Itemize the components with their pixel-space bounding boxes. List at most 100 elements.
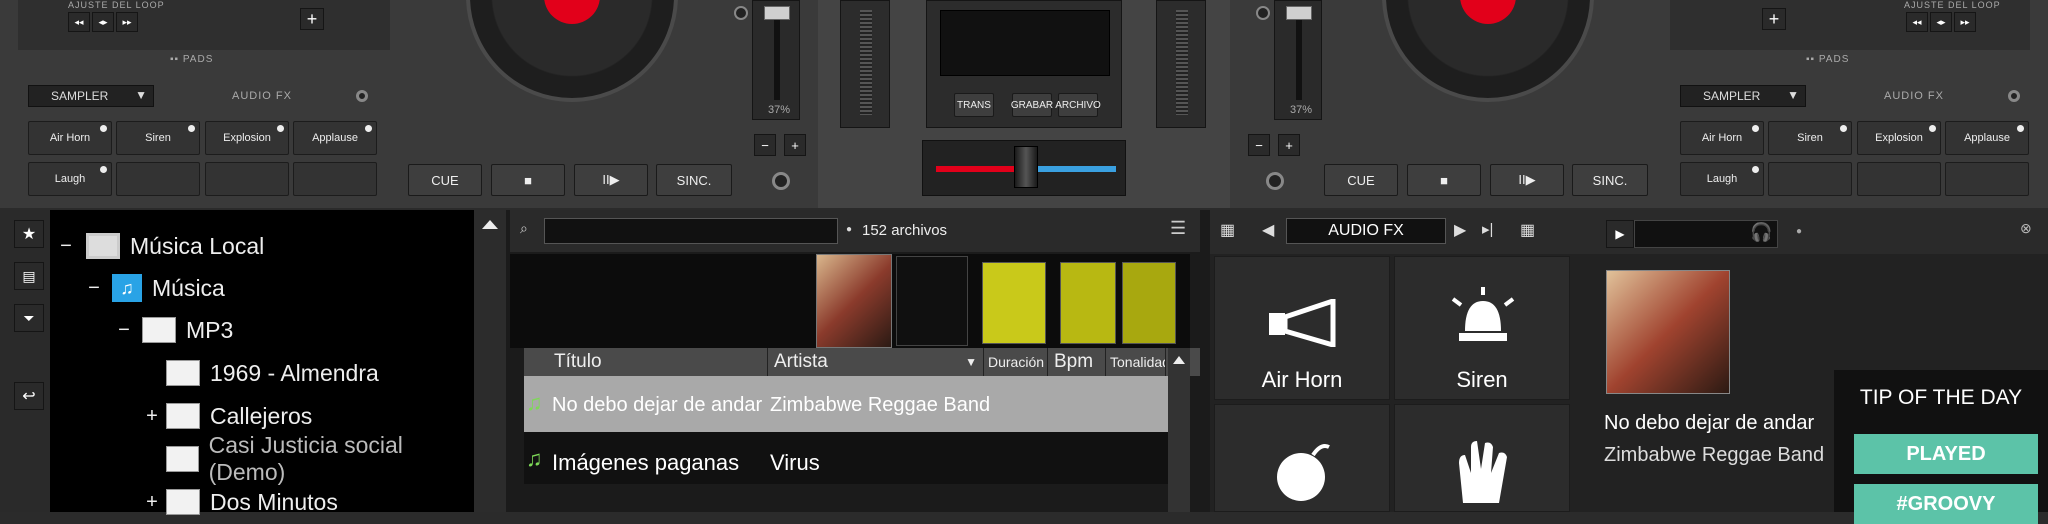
left-pitch-reset[interactable]	[734, 6, 748, 20]
filter-icon[interactable]: ⏷	[14, 304, 44, 332]
scroll-up-icon[interactable]	[1173, 356, 1185, 364]
left-pad-empty[interactable]	[116, 162, 200, 196]
right-play-pause-button[interactable]: II▶	[1490, 164, 1564, 196]
tree-item[interactable]: + Dos Minutos	[142, 483, 338, 521]
right-pad-siren[interactable]: Siren	[1768, 121, 1852, 155]
left-sync-button[interactable]: SINC.	[656, 164, 732, 196]
loop-shift-button[interactable]: ◂▸	[1930, 12, 1952, 32]
previous-arrow-icon[interactable]: ◀	[1262, 220, 1274, 240]
headphones-icon[interactable]: 🎧	[1750, 222, 1772, 243]
left-pitch-plus[interactable]: +	[784, 134, 806, 156]
right-cue-button[interactable]: CUE	[1324, 164, 1398, 196]
column-key[interactable]: Tonalidad	[1106, 348, 1166, 376]
preview-play-button[interactable]: ▶	[1606, 220, 1634, 248]
fx-applause[interactable]	[1394, 404, 1570, 512]
left-pitch-fader[interactable]	[764, 6, 790, 20]
collapse-toggle[interactable]: −	[84, 277, 104, 300]
fx-siren[interactable]: Siren	[1394, 256, 1570, 400]
left-cue-button[interactable]: CUE	[408, 164, 482, 196]
tip-title: TIP OF THE DAY	[1859, 386, 2023, 409]
skip-end-icon[interactable]: ▸|	[1482, 220, 1493, 238]
column-bpm[interactable]: Bpm	[1048, 348, 1106, 376]
tree-item[interactable]: + Callejeros	[142, 397, 312, 435]
back-icon[interactable]: ↩	[14, 382, 44, 410]
add-folder-icon[interactable]: ▤	[14, 262, 44, 290]
expand-toggle[interactable]: +	[142, 405, 162, 428]
album-cover-zimbabwe[interactable]	[816, 254, 892, 348]
grid-view-icon[interactable]: ▦	[1220, 220, 1235, 240]
left-sampler-select[interactable]: SAMPLER ▼	[28, 85, 154, 107]
left-pad-explosion[interactable]: Explosion	[205, 121, 289, 155]
loop-double-button[interactable]: ▸▸	[116, 12, 138, 32]
mixer-grabar-button[interactable]: GRABAR	[1011, 93, 1053, 117]
scroll-up-icon[interactable]	[482, 220, 498, 229]
album-cover[interactable]	[1060, 262, 1116, 344]
tip-tag-badge[interactable]: #GROOVY	[1854, 484, 2038, 524]
left-pitch-minus[interactable]: −	[754, 134, 776, 156]
left-pad-air-horn[interactable]: Air Horn	[28, 121, 112, 155]
right-pad-applause[interactable]: Applause	[1945, 121, 2029, 155]
right-pad-empty[interactable]	[1945, 162, 2029, 196]
tip-played-badge[interactable]: PLAYED	[1854, 434, 2038, 474]
tree-item[interactable]: 1969 - Almendra	[166, 354, 379, 392]
next-arrow-icon[interactable]: ▶	[1454, 220, 1466, 240]
left-stop-button[interactable]: ■	[491, 164, 565, 196]
column-artist[interactable]: Artista ▼	[768, 348, 984, 376]
left-play-pause-button[interactable]: II▶	[574, 164, 648, 196]
close-icon[interactable]: ⊗	[2020, 220, 2032, 237]
left-audio-fx-label: AUDIO FX	[232, 90, 292, 102]
album-cover-virus[interactable]	[896, 256, 968, 346]
left-loop-label: AJUSTE DEL LOOP	[68, 0, 165, 10]
left-pad-laugh[interactable]: Laugh	[28, 162, 112, 196]
right-stop-button[interactable]: ■	[1407, 164, 1481, 196]
loop-shift-button[interactable]: ◂▸	[92, 12, 114, 32]
crossfader-handle[interactable]	[1014, 146, 1038, 188]
right-pad-explosion[interactable]: Explosion	[1857, 121, 1941, 155]
right-pad-empty[interactable]	[1768, 162, 1852, 196]
right-audio-fx-knob[interactable]	[2008, 90, 2020, 102]
fx-explosion[interactable]	[1214, 404, 1390, 512]
loop-add-button[interactable]: +	[300, 8, 324, 30]
volume-dot-icon[interactable]: ●	[1796, 226, 1802, 237]
collapse-toggle[interactable]: −	[56, 235, 76, 258]
mixer-trans-button[interactable]: TRANS	[954, 93, 994, 117]
tree-item[interactable]: − Música Local	[56, 227, 264, 265]
list-options-icon[interactable]: ☰	[1170, 218, 1186, 239]
favorites-star-icon[interactable]: ★	[14, 220, 44, 248]
left-pad-applause[interactable]: Applause	[293, 121, 377, 155]
collapse-toggle[interactable]: −	[114, 319, 134, 342]
fx-air-horn[interactable]: Air Horn	[1214, 256, 1390, 400]
search-input[interactable]	[544, 218, 838, 244]
tree-item[interactable]: − MP3	[114, 311, 233, 349]
album-cover[interactable]	[982, 262, 1046, 344]
left-pad-empty[interactable]	[205, 162, 289, 196]
right-sync-button[interactable]: SINC.	[1572, 164, 1648, 196]
loop-halve-button[interactable]: ◂◂	[1906, 12, 1928, 32]
right-pitch-plus[interactable]: +	[1278, 134, 1300, 156]
right-pad-empty[interactable]	[1857, 162, 1941, 196]
grid-view-icon[interactable]: ▦	[1520, 220, 1535, 240]
tree-item[interactable]: Casi Justicia social (Demo)	[166, 432, 474, 485]
expand-toggle[interactable]: +	[142, 491, 162, 514]
column-duration[interactable]: Duración	[984, 348, 1048, 376]
right-pitch-minus[interactable]: −	[1248, 134, 1270, 156]
mixer-archivo-button[interactable]: ARCHIVO	[1055, 93, 1101, 117]
left-keylock-knob[interactable]	[772, 172, 790, 190]
list-scrollbar[interactable]	[1168, 348, 1190, 512]
tree-scrollbar[interactable]	[474, 210, 506, 512]
tree-item[interactable]: − ♫ Música	[84, 269, 225, 307]
left-pad-empty[interactable]	[293, 162, 377, 196]
column-title[interactable]: Título	[548, 348, 768, 376]
loop-double-button[interactable]: ▸▸	[1954, 12, 1976, 32]
right-pad-laugh[interactable]: Laugh	[1680, 162, 1764, 196]
right-pad-air-horn[interactable]: Air Horn	[1680, 121, 1764, 155]
right-keylock-knob[interactable]	[1266, 172, 1284, 190]
right-pitch-reset[interactable]	[1256, 6, 1270, 20]
right-sampler-select[interactable]: SAMPLER ▼	[1680, 85, 1806, 107]
loop-halve-button[interactable]: ◂◂	[68, 12, 90, 32]
right-pitch-fader[interactable]	[1286, 6, 1312, 20]
left-audio-fx-knob[interactable]	[356, 90, 368, 102]
left-pad-siren[interactable]: Siren	[116, 121, 200, 155]
album-cover[interactable]	[1122, 262, 1176, 344]
loop-add-button[interactable]: +	[1762, 8, 1786, 30]
